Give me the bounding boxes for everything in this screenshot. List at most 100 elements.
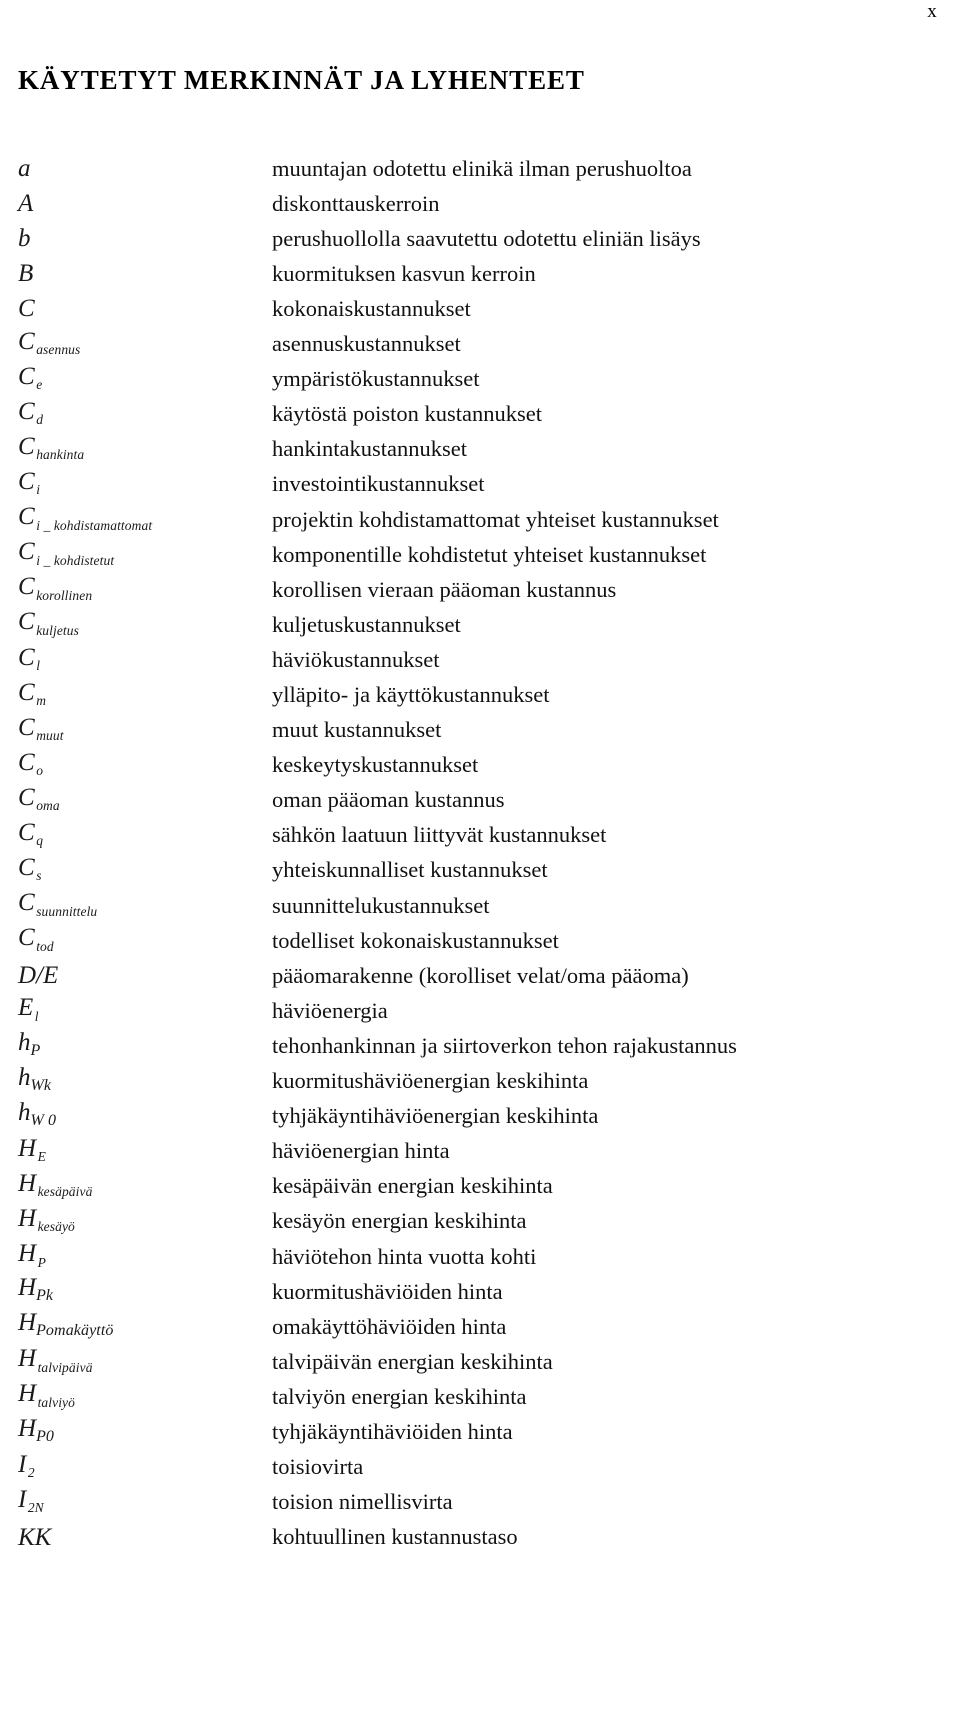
symbol-subscript: suunnittelu [36,903,98,919]
definition-text: toision nimellisvirta [272,1489,453,1515]
definition-text: käytöstä poiston kustannukset [272,401,542,427]
symbol-subscript: kesäpäivä [37,1184,93,1200]
glossary-entry: Cl häviökustannukset [18,641,960,676]
glossary-entry: Cmuut muut kustannukset [18,712,960,747]
definition-text: ympäristökustannukset [272,366,480,392]
symbol-base: C [18,889,35,917]
symbol-subscript: Wk [30,1076,52,1094]
definition-text: häviötehon hinta vuotta kohti [272,1243,537,1269]
symbol-base: C [18,432,35,460]
symbol-cell: A [18,191,33,216]
symbol-base: C [18,854,35,882]
symbol-cell: hW 0 [18,1100,56,1129]
glossary-entry: HPomakäyttö omakäyttöhäviöiden hinta [18,1308,960,1343]
symbol-subscript: m [36,693,47,708]
symbol-cell: I 2N [18,1487,44,1515]
definition-text: suunnittelukustannukset [272,892,490,918]
definition-text: häviöenergian hinta [272,1138,450,1164]
symbol-subscript: muut [36,728,64,744]
symbol-base: I [18,1485,27,1513]
symbol-base: h [18,1098,31,1126]
glossary-entry: Cm ylläpito- ja käyttökustannukset [18,676,960,711]
symbol-base: E [18,994,34,1022]
symbol-base: C [18,573,35,601]
definition-text: korollisen vieraan pääoman kustannus [272,576,617,602]
symbol-subscript: talvipäivä [37,1359,93,1375]
symbol-cell: Cs [18,855,42,883]
symbol-subscript: W 0 [30,1111,57,1129]
symbol-cell: Cm [18,680,46,708]
glossary-entry: Ckorollinen korollisen vieraan pääoman ku… [18,571,960,606]
definition-text: tehonhankinnan ja siirtoverkon tehon raj… [272,1032,737,1058]
symbol-cell: b [18,226,31,251]
definition-text: kokonaiskustannukset [272,295,471,321]
glossary-entry: Cd käytöstä poiston kustannukset [18,396,960,431]
symbol-cell: Csuunnittelu [18,890,97,918]
symbol-subscript: E [37,1149,46,1165]
symbol-base: C [18,468,35,496]
symbol-cell: Ckorollinen [18,574,92,602]
glossary-entry: Ci _ kohdistamattomat projektin kohdistam… [18,501,960,536]
symbol-subscript: 2N [27,1500,44,1516]
symbol-subscript: Pomakäyttö [36,1322,114,1340]
symbol-cell: Ctod [18,925,54,953]
definition-text: talvipäivän energian keskihinta [272,1348,553,1374]
symbol-base: C [18,295,35,323]
glossary-entry: Coma oman pääoman kustannus [18,782,960,817]
glossary-entry: hP tehonhankinnan ja siirtoverkon tehon r… [18,1027,960,1062]
symbol-base: KK [18,1523,52,1551]
glossary-entry: Ci _ kohdistetut komponentille kohdistetu… [18,536,960,571]
symbol-base: C [18,643,35,671]
glossary-entry: Ce ympäristökustannukset [18,361,960,396]
definition-text: muut kustannukset [272,717,442,743]
symbol-cell: Cl [18,645,40,673]
definition-text: diskonttauskerroin [272,190,440,216]
definition-text: yhteiskunnalliset kustannukset [272,857,548,883]
glossary-entry: Ci investointikustannukset [18,466,960,501]
symbol-cell: C [18,296,35,321]
symbol-base: H [18,1345,37,1373]
symbol-base: I [18,1450,27,1478]
glossary-entry: Csuunnittelu suunnittelukustannukset [18,887,960,922]
glossary-entry: Bkuormituksen kasvun kerroin [18,255,960,290]
symbol-subscript: tod [36,938,54,954]
document-page: x KÄYTETYT MERKINNÄT JA LYHENTEET a muunt… [0,0,960,1717]
glossary-entry: a muuntajan odotettu elinikä ilman perush… [18,150,960,185]
definition-text: kuljetuskustannukset [272,611,461,637]
glossary-entry: Cq sähkön laatuun liittyvät kustannukset [18,817,960,852]
symbol-base: h [18,1063,31,1091]
symbol-subscript: P [37,1254,46,1270]
definition-text: ylläpito- ja käyttökustannukset [272,682,550,707]
symbol-cell: D/E [18,963,58,988]
glossary-entry: D/E pääomarakenne (korolliset velat/oma p… [18,957,960,992]
definition-text: tyhjäkäyntihäviöenergian keskihinta [272,1103,599,1129]
symbol-cell: Coma [18,785,60,813]
symbol-cell: HP0 [18,1416,54,1445]
symbol-base: C [18,538,35,566]
symbol-base: A [18,190,34,218]
definition-text: sähkön laatuun liittyvät kustannukset [272,822,607,848]
glossary-entry: Co keskeytyskustannukset [18,747,960,782]
symbol-base: H [18,1169,37,1197]
symbol-cell: Hkesäpäivä [18,1171,92,1199]
symbol-base: C [18,608,35,636]
definition-text: häviökustannukset [272,646,440,672]
symbol-base: C [18,678,35,706]
definition-text: komponentille kohdistetut yhteiset kusta… [272,541,707,567]
definition-text: hankintakustannukset [272,436,467,462]
definition-text: kohtuullinen kustannustaso [272,1524,518,1550]
definition-text: toisiovirta [272,1454,364,1480]
page-folio: x [927,1,937,22]
glossary-entry: HPk kuormitushäviöiden hinta [18,1273,960,1308]
definition-text: häviöenergia [272,997,388,1023]
symbol-cell: Ci _ kohdistetut [18,539,114,567]
symbol-base: C [18,748,35,776]
symbol-subscript: q [36,833,44,849]
symbol-subscript: o [36,763,44,779]
symbol-base: H [18,1309,37,1337]
symbol-subscript: Pk [36,1287,54,1305]
glossary-entry: El häviöenergia [18,992,960,1027]
definition-text: kuormituksen kasvun kerroin [272,260,536,286]
symbol-cell: HE [18,1136,46,1164]
glossary-entry: hWk kuormitushäviöenergian keskihinta [18,1062,960,1097]
